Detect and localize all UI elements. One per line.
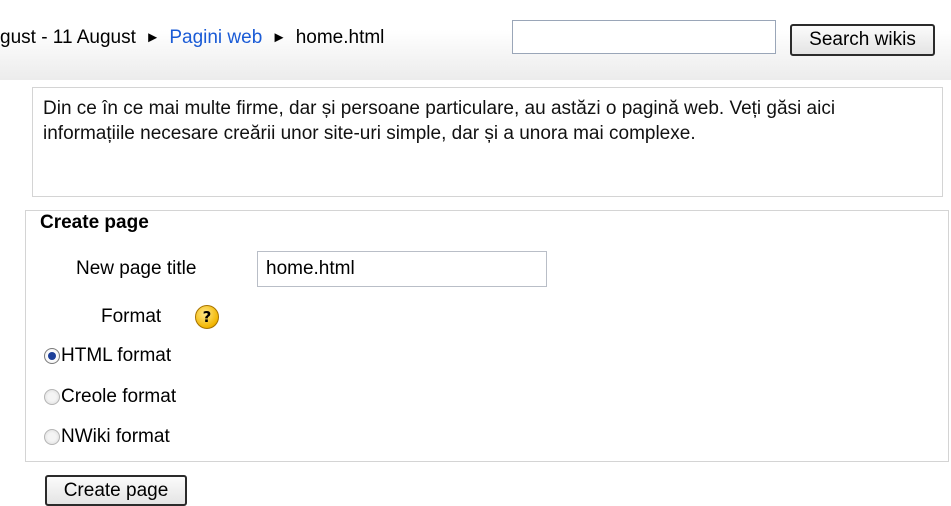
breadcrumb-current: home.html xyxy=(295,27,385,48)
wiki-intro: Din ce în ce mai multe firme, dar și per… xyxy=(32,87,943,197)
format-option-label: NWiki format xyxy=(61,426,170,447)
new-page-title-label: New page title xyxy=(76,258,197,279)
navbar: gust - 11 August ► Pagini web ► home.htm… xyxy=(0,0,951,80)
breadcrumb-link-pagini-web[interactable]: Pagini web xyxy=(169,27,262,48)
create-page-button[interactable]: Create page xyxy=(45,475,187,506)
breadcrumb-separator-icon: ► xyxy=(145,29,161,46)
format-option-html[interactable]: HTML format xyxy=(44,344,171,368)
search-input[interactable] xyxy=(512,20,776,54)
format-option-creole[interactable]: Creole format xyxy=(44,385,176,409)
format-option-label: Creole format xyxy=(61,386,177,407)
radio-html-format[interactable] xyxy=(44,348,60,364)
new-page-title-input[interactable] xyxy=(257,251,547,287)
format-label: Format xyxy=(101,306,162,327)
breadcrumb: gust - 11 August ► Pagini web ► home.htm… xyxy=(0,27,384,50)
help-icon[interactable]: ? xyxy=(195,305,219,329)
breadcrumb-separator-icon: ► xyxy=(271,29,287,46)
radio-creole-format[interactable] xyxy=(44,389,60,405)
search-wikis-button[interactable]: Search wikis xyxy=(790,24,935,56)
create-page-legend: Create page xyxy=(38,211,151,235)
radio-nwiki-format[interactable] xyxy=(44,429,60,445)
format-option-nwiki[interactable]: NWiki format xyxy=(44,425,170,449)
format-option-label: HTML format xyxy=(61,345,172,366)
breadcrumb-course[interactable]: gust - 11 August xyxy=(0,27,136,48)
